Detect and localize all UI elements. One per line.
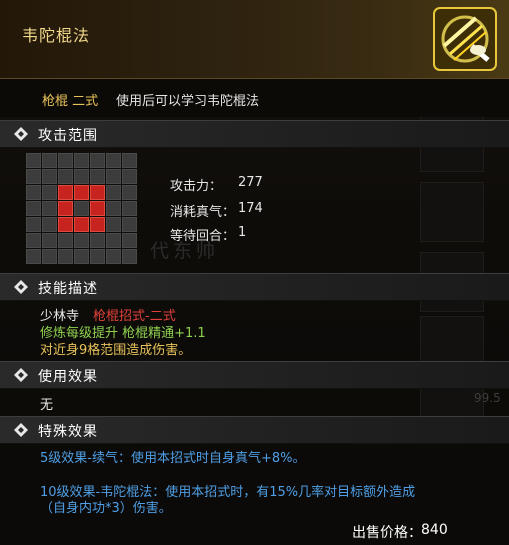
grid-cell xyxy=(90,153,105,168)
grid-cell-in-range xyxy=(90,201,105,216)
grid-cell xyxy=(122,201,137,216)
background-item-count: 99.5 xyxy=(474,391,501,405)
grid-cell xyxy=(42,169,57,184)
grid-cell xyxy=(74,169,89,184)
diamond-icon xyxy=(14,280,28,294)
grid-cell xyxy=(58,153,73,168)
section-attack-range: 攻击范围 xyxy=(0,120,509,148)
grid-cell-in-range xyxy=(58,201,73,216)
section-title: 使用效果 xyxy=(38,369,98,385)
diamond-icon xyxy=(14,423,28,437)
special-effect-level5: 5级效果-续气：使用本招式时自身真气+8%。 xyxy=(40,451,306,466)
grid-cell xyxy=(58,233,73,248)
grid-cell xyxy=(90,249,105,264)
grid-cell xyxy=(58,169,73,184)
grid-cell xyxy=(106,153,121,168)
grid-cell xyxy=(122,185,137,200)
grid-cell xyxy=(106,217,121,232)
grid-cell xyxy=(122,233,137,248)
grid-cell xyxy=(26,201,41,216)
grid-cell xyxy=(106,249,121,264)
grid-cell xyxy=(122,153,137,168)
section-special-effect: 特殊效果 xyxy=(0,416,509,444)
sell-price-value: 840 xyxy=(421,522,448,538)
usage-effect-value: 无 xyxy=(40,398,54,413)
section-title: 特殊效果 xyxy=(38,424,98,440)
section-usage-effect: 使用效果 xyxy=(0,361,509,389)
sell-price-label: 出售价格： xyxy=(352,525,422,541)
grid-cell xyxy=(42,185,57,200)
grid-cell xyxy=(42,201,57,216)
stat-value-qi-cost: 174 xyxy=(238,201,263,216)
background-item-slot xyxy=(420,182,484,242)
grid-cell xyxy=(90,169,105,184)
skill-name: 韦陀棍法 xyxy=(22,26,91,45)
grid-cell xyxy=(42,217,57,232)
item-summary: 使用后可以学习韦陀棍法 xyxy=(116,94,260,109)
grid-cell-in-range xyxy=(90,185,105,200)
grid-cell xyxy=(122,169,137,184)
grid-cell xyxy=(58,249,73,264)
grid-cell-in-range xyxy=(74,185,89,200)
tooltip-header: 韦陀棍法 xyxy=(0,0,509,79)
stat-label-attack: 攻击力： xyxy=(170,179,223,194)
grid-cell-in-range xyxy=(58,185,73,200)
section-title: 技能描述 xyxy=(38,281,98,297)
grid-cell xyxy=(106,233,121,248)
section-title: 攻击范围 xyxy=(38,128,98,144)
grid-cell-in-range xyxy=(90,217,105,232)
skill-effect-text: 对近身9格范围造成伤害。 xyxy=(40,343,192,358)
grid-cell xyxy=(26,185,41,200)
stat-label-wait-turns: 等待回合： xyxy=(170,229,236,244)
grid-cell xyxy=(42,249,57,264)
grid-cell xyxy=(90,233,105,248)
stat-value-attack: 277 xyxy=(238,175,263,190)
grid-cell-in-range xyxy=(58,217,73,232)
golden-staff-skill-icon xyxy=(432,6,498,72)
grid-cell xyxy=(74,233,89,248)
item-type: 枪棍 二式 xyxy=(42,94,99,109)
section-skill-description: 技能描述 xyxy=(0,273,509,301)
grid-cell xyxy=(26,169,41,184)
grid-cell xyxy=(106,201,121,216)
grid-cell xyxy=(26,233,41,248)
diamond-icon xyxy=(14,127,28,141)
stat-value-wait-turns: 1 xyxy=(238,225,247,240)
grid-cell xyxy=(74,201,89,216)
skill-tooltip: 代东帅 99.5 韦陀棍法 枪棍 二式 使用后可以学习韦陀棍法 攻击范围 攻击力… xyxy=(0,0,509,545)
grid-cell-in-range xyxy=(74,217,89,232)
grid-cell xyxy=(106,185,121,200)
grid-cell xyxy=(26,249,41,264)
stat-label-qi-cost: 消耗真气： xyxy=(170,205,236,220)
grid-cell xyxy=(122,249,137,264)
attack-range-grid xyxy=(26,153,139,266)
grid-cell xyxy=(26,153,41,168)
grid-cell xyxy=(42,153,57,168)
grid-cell xyxy=(74,153,89,168)
grid-cell xyxy=(42,233,57,248)
grid-cell xyxy=(106,169,121,184)
diamond-icon xyxy=(14,368,28,382)
grid-cell xyxy=(122,217,137,232)
grid-cell xyxy=(74,249,89,264)
grid-cell xyxy=(26,217,41,232)
special-effect-level10-continued: （自身内功*3）伤害。 xyxy=(40,501,172,516)
